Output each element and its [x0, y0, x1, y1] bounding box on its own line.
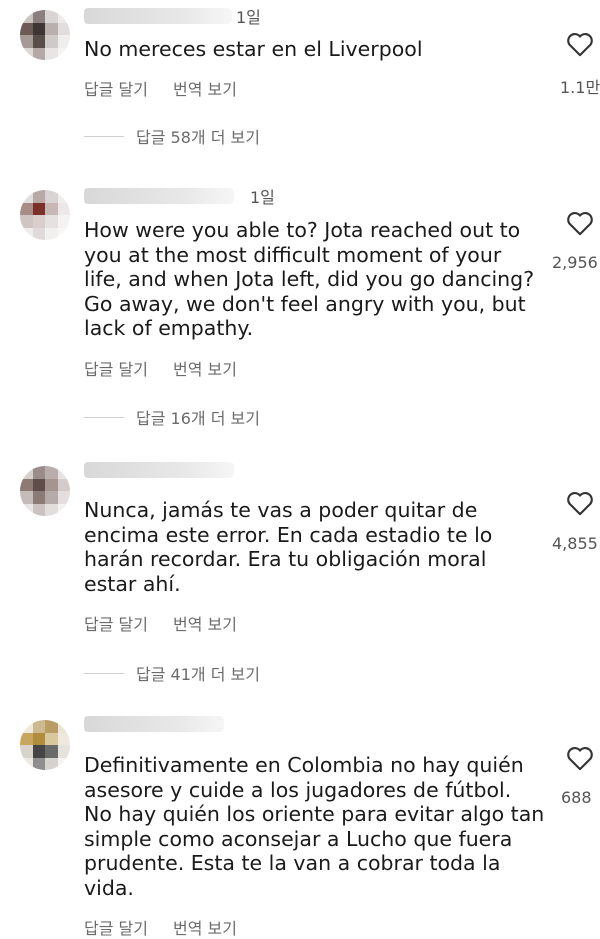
avatar[interactable]: [20, 190, 70, 240]
comment-actions: 답글 달기 번역 보기: [84, 611, 237, 635]
username-blurred[interactable]: [84, 716, 224, 732]
heart-outline-icon[interactable]: [566, 31, 594, 57]
view-more-replies[interactable]: 답글 58개 더 보기: [84, 124, 260, 148]
view-more-replies[interactable]: 답글 16개 더 보기: [84, 405, 260, 429]
comment-actions: 답글 달기 번역 보기: [84, 356, 237, 380]
avatar[interactable]: [20, 720, 70, 770]
divider-line: [84, 135, 124, 137]
like-count: 2,956: [552, 253, 598, 272]
comment-text: Definitivamente en Colombia no hay quién…: [84, 753, 545, 900]
timestamp: 1일: [250, 188, 275, 207]
translate-button[interactable]: 번역 보기: [173, 76, 237, 100]
heart-outline-icon[interactable]: [566, 210, 594, 236]
avatar[interactable]: [20, 466, 70, 516]
username-blurred[interactable]: [84, 462, 234, 478]
comment-actions: 답글 달기 번역 보기: [84, 915, 237, 939]
translate-button[interactable]: 번역 보기: [173, 611, 237, 635]
comment-actions: 답글 달기 번역 보기: [84, 76, 237, 100]
view-more-replies-label[interactable]: 답글 41개 더 보기: [136, 661, 260, 685]
avatar[interactable]: [20, 10, 70, 60]
divider-line: [84, 416, 124, 418]
reply-button[interactable]: 답글 달기: [84, 76, 148, 100]
heart-outline-icon[interactable]: [566, 490, 594, 516]
like-count: 688: [561, 788, 592, 807]
translate-button[interactable]: 번역 보기: [173, 915, 237, 939]
translate-button[interactable]: 번역 보기: [173, 356, 237, 380]
comment-text: Nunca, jamás te vas a poder quitar de en…: [84, 498, 493, 596]
timestamp: 1일: [236, 8, 261, 27]
reply-button[interactable]: 답글 달기: [84, 915, 148, 939]
heart-outline-icon[interactable]: [566, 745, 594, 771]
view-more-replies-label[interactable]: 답글 58개 더 보기: [136, 124, 260, 148]
divider-line: [84, 672, 124, 674]
comment-text: No mereces estar en el Liverpool: [84, 37, 423, 61]
like-count: 4,855: [552, 534, 598, 553]
reply-button[interactable]: 답글 달기: [84, 356, 148, 380]
comment-text: How were you able to? Jota reached out t…: [84, 218, 535, 340]
username-blurred[interactable]: [84, 8, 232, 24]
reply-button[interactable]: 답글 달기: [84, 611, 148, 635]
view-more-replies-label[interactable]: 답글 16개 더 보기: [136, 405, 260, 429]
like-count: 1.1만: [560, 78, 600, 97]
view-more-replies[interactable]: 답글 41개 더 보기: [84, 661, 260, 685]
username-blurred[interactable]: [84, 188, 234, 204]
